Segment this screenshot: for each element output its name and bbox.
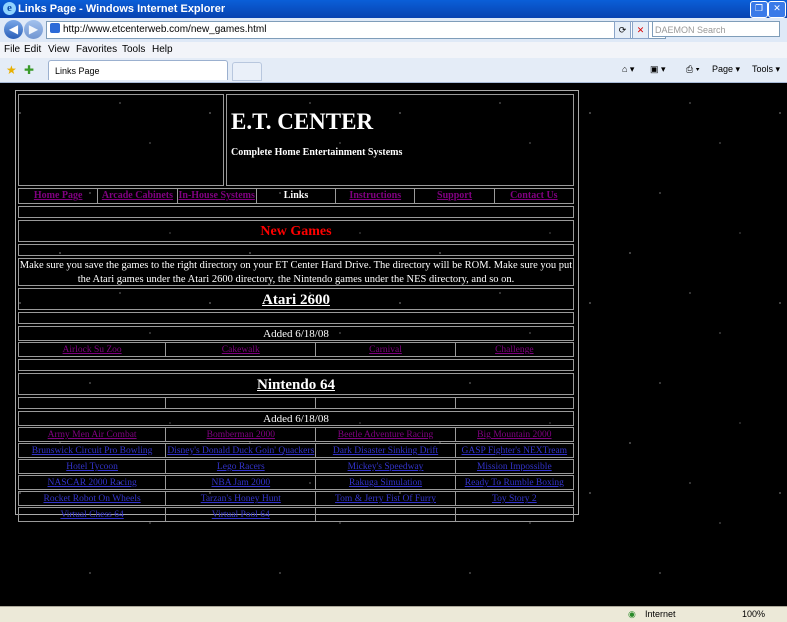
game-link[interactable]: Dark Disaster Sinking Drift — [316, 444, 456, 457]
section-title-row: Atari 2600 — [18, 288, 574, 310]
nav-support[interactable]: Support — [415, 189, 495, 203]
globe-icon: ◉ — [628, 609, 636, 619]
page-content: E.T. CENTER Complete Home Entertainment … — [0, 83, 787, 606]
spacer-row — [18, 397, 574, 409]
game-link[interactable]: Challenge — [456, 343, 573, 356]
nav-links[interactable]: Links — [257, 189, 337, 203]
game-link[interactable]: Rocket Robot On Wheels — [19, 492, 167, 505]
site-nav: Home Page Arcade Cabinets In-House Syste… — [18, 188, 574, 204]
game-link[interactable]: Carnival — [316, 343, 456, 356]
game-cell-empty — [456, 508, 573, 521]
game-link[interactable]: Beetle Adventure Racing — [316, 428, 456, 441]
spacer-row — [18, 359, 574, 371]
game-link[interactable]: Lego Racers — [166, 460, 317, 473]
page-icon — [50, 23, 60, 33]
stop-button[interactable]: ✕ — [632, 21, 649, 39]
nav-home-page[interactable]: Home Page — [19, 189, 99, 203]
n64-added: Added 6/18/08 — [18, 411, 574, 426]
menu-file[interactable]: File — [4, 44, 20, 55]
address-url: http://www.etcenterweb.com/new_games.htm… — [63, 24, 267, 35]
game-link[interactable]: Hotel Tycoon — [19, 460, 167, 473]
forward-button[interactable]: ▶ — [24, 20, 43, 39]
game-link[interactable]: Big Mountain 2000 — [456, 428, 573, 441]
game-link[interactable]: Brunswick Circuit Pro Bowling — [19, 444, 167, 457]
window-title: Links Page - Windows Internet Explorer — [18, 3, 226, 15]
section-title-row: Nintendo 64 — [18, 373, 574, 395]
close-icon[interactable]: ✕ — [768, 1, 786, 18]
game-link[interactable]: Toy Story 2 — [456, 492, 573, 505]
game-link[interactable]: Virtual Chess 64 — [19, 508, 167, 521]
print-icon[interactable]: ⎙ ▾ — [686, 64, 699, 75]
tab-title: Links Page — [55, 66, 100, 76]
address-field[interactable]: http://www.etcenterweb.com/new_games.htm… — [46, 21, 666, 39]
game-link[interactable]: Disney's Donald Duck Goin' Quackers — [166, 444, 317, 457]
header-title-cell: E.T. CENTER Complete Home Entertainment … — [226, 94, 574, 186]
game-link[interactable]: Ready To Rumble Boxing — [456, 476, 573, 489]
tab-bar: ★ ✚ Links Page ⌂ ▾ ▣ ▾ ⎙ ▾ Page ▾ Tools … — [0, 58, 787, 83]
menu-help[interactable]: Help — [152, 44, 173, 55]
back-button[interactable]: ◀ — [4, 20, 23, 39]
game-link[interactable]: GASP Fighter's NEXTream — [456, 444, 573, 457]
game-link[interactable]: Tom & Jerry Fist Of Furry — [316, 492, 456, 505]
spacer-row — [18, 206, 574, 218]
nav-instructions[interactable]: Instructions — [336, 189, 416, 203]
menu-edit[interactable]: Edit — [24, 44, 41, 55]
game-link[interactable]: NASCAR 2000 Racing — [19, 476, 167, 489]
game-link[interactable]: Tarzan's Honey Hunt — [166, 492, 317, 505]
n64-games-row: Army Men Air Combat Bomberman 2000 Beetl… — [18, 427, 574, 442]
site-tagline: Complete Home Entertainment Systems — [231, 147, 403, 158]
new-tab-button[interactable] — [232, 62, 262, 81]
atari-added: Added 6/18/08 — [18, 326, 574, 341]
add-favorites-icon[interactable]: ✚ — [24, 63, 34, 77]
atari-games-row: Airlock Su Zoo Cakewalk Carnival Challen… — [18, 342, 574, 357]
heading-row: New Games — [18, 220, 574, 242]
game-link[interactable]: Army Men Air Combat — [19, 428, 167, 441]
menu-tools[interactable]: Tools — [122, 44, 145, 55]
game-link[interactable]: Airlock Su Zoo — [19, 343, 167, 356]
address-toolbar: ◀ ▶ http://www.etcenterweb.com/new_games… — [0, 18, 787, 43]
game-link[interactable]: Mission Impossible — [456, 460, 573, 473]
zoom-level[interactable]: 100% — [742, 609, 765, 619]
n64-games-row: Brunswick Circuit Pro Bowling Disney's D… — [18, 443, 574, 458]
site-logo: E.T. CENTER — [231, 109, 374, 134]
refresh-button[interactable]: ⟳ — [614, 21, 631, 39]
site-frame: E.T. CENTER Complete Home Entertainment … — [15, 90, 579, 522]
game-link[interactable]: Virtual Pool 64 — [166, 508, 317, 521]
page-heading: New Games — [260, 224, 332, 239]
header-image-cell — [18, 94, 224, 186]
page-menu[interactable]: Page ▾ — [712, 64, 740, 75]
nav-arcade-cabinets[interactable]: Arcade Cabinets — [98, 189, 178, 203]
nav-in-house-systems[interactable]: In-House Systems — [178, 189, 257, 203]
game-link[interactable]: Bomberman 2000 — [166, 428, 317, 441]
ie-logo-icon: e — [3, 2, 16, 15]
tools-menu[interactable]: Tools ▾ — [752, 64, 780, 75]
nav-contact-us[interactable]: Contact Us — [495, 189, 573, 203]
tab-links-page[interactable]: Links Page — [48, 60, 228, 80]
n64-games-row: Rocket Robot On Wheels Tarzan's Honey Hu… — [18, 491, 574, 506]
menu-favorites[interactable]: Favorites — [76, 44, 117, 55]
feeds-icon[interactable]: ▣ ▾ — [650, 64, 666, 75]
n64-games-row: NASCAR 2000 Racing NBA Jam 2000 Rakuga S… — [18, 475, 574, 490]
menu-bar: File Edit View Favorites Tools Help — [0, 42, 787, 58]
search-input[interactable]: DAEMON Search — [652, 21, 780, 37]
intro-text: Make sure you save the games to the righ… — [18, 258, 574, 286]
n64-games-row: Virtual Chess 64 Virtual Pool 64 — [18, 507, 574, 522]
game-link[interactable]: Cakewalk — [166, 343, 317, 356]
n64-title: Nintendo 64 — [257, 377, 335, 393]
game-link[interactable]: Mickey's Speedway — [316, 460, 456, 473]
atari-title: Atari 2600 — [262, 292, 330, 308]
home-icon[interactable]: ⌂ ▾ — [622, 64, 634, 75]
game-link[interactable]: Rakuga Simulation — [316, 476, 456, 489]
window-titlebar: e Links Page - Windows Internet Explorer… — [0, 0, 787, 18]
favorites-star-icon[interactable]: ★ — [6, 63, 17, 77]
spacer-row — [18, 244, 574, 256]
spacer-row — [18, 312, 574, 324]
status-zone: Internet — [645, 609, 676, 619]
menu-view[interactable]: View — [48, 44, 70, 55]
n64-games-row: Hotel Tycoon Lego Racers Mickey's Speedw… — [18, 459, 574, 474]
status-bar: ◉ Internet 100% — [0, 606, 787, 622]
game-link[interactable]: NBA Jam 2000 — [166, 476, 317, 489]
game-cell-empty — [316, 508, 456, 521]
restore-button[interactable]: ❐ — [750, 1, 768, 18]
